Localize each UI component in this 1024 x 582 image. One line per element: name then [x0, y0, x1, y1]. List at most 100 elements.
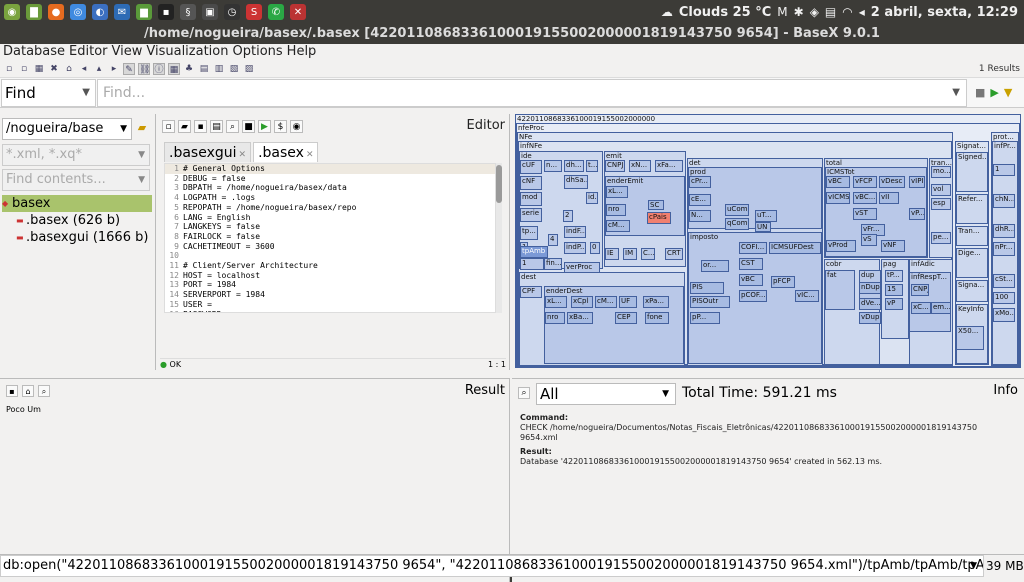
mail-indicator-icon[interactable]: M — [777, 5, 787, 19]
terminal-icon[interactable]: ▪ — [158, 4, 174, 20]
map-node-indFinal[interactable]: indF... — [564, 226, 586, 238]
folder-view-icon[interactable]: ▤ — [198, 63, 210, 75]
code-line[interactable]: 4 LOGPATH = .logs — [165, 193, 495, 203]
map-node-vICMSUFRemet[interactable]: vIC... — [795, 290, 819, 302]
back-icon[interactable]: ◂ — [78, 63, 90, 75]
map-node-CPF[interactable]: CPF — [520, 286, 542, 298]
mail-icon[interactable]: ✉ — [114, 4, 130, 20]
map-node-xLgr[interactable]: xL... — [606, 186, 628, 198]
map-node-tpImp[interactable]: tp... — [520, 226, 538, 240]
map-node-uCom[interactable]: uCom — [725, 204, 749, 216]
search-icon[interactable]: ⌕ — [518, 387, 530, 399]
tree-item-basex[interactable]: ◆ basex — [2, 195, 152, 212]
properties-icon[interactable]: ▦ — [33, 63, 45, 75]
map-node-pFCP[interactable]: pFCP — [771, 276, 795, 288]
map-node-cNF[interactable]: cNF — [520, 176, 542, 190]
map-node-un[interactable]: UN — [755, 222, 771, 232]
open-file-icon[interactable]: ▰ — [178, 120, 191, 133]
map-node-tpAmb[interactable]: tpAmb — [520, 246, 548, 258]
map-node-xLgr[interactable]: xL... — [545, 296, 567, 308]
shield-icon[interactable]: ◈ — [810, 5, 819, 19]
find-mode-select[interactable]: Find ▼ — [1, 78, 96, 107]
map-node-xMotivo[interactable]: xMo... — [993, 308, 1015, 322]
code-line[interactable]: 8 FAIRLOCK = false — [165, 232, 495, 242]
map-node-cStatVal[interactable]: 100 — [993, 292, 1015, 304]
datetime[interactable]: 2 abril, sexta, 12:29 — [871, 5, 1018, 20]
editor-scrollbar[interactable] — [496, 163, 502, 313]
code-line[interactable]: 12 HOST = localhost — [165, 271, 495, 281]
map-node-serie[interactable]: serie — [520, 208, 542, 222]
map-node-tpAmbVal[interactable]: 1 — [520, 258, 544, 270]
map-node-n0[interactable]: 0 — [590, 242, 600, 254]
basex-icon[interactable]: ✕ — [290, 4, 306, 20]
map-node-tpNF[interactable]: t... — [586, 160, 598, 172]
folder-icon[interactable]: ▇ — [26, 4, 42, 20]
code-line[interactable]: 1 # General Options — [165, 164, 495, 174]
map-node-X509[interactable]: X50... — [956, 326, 984, 350]
debug-icon[interactable]: ◉ — [290, 120, 303, 133]
map-node-vNF[interactable]: vNF — [881, 240, 905, 252]
map-node-tPag[interactable]: tP... — [885, 270, 903, 282]
printer-icon[interactable]: ▤ — [825, 5, 836, 19]
code-line[interactable]: 6 LANG = English — [165, 213, 495, 223]
code-line[interactable]: 9 CACHETIMEOUT = 3600 — [165, 242, 495, 252]
filter-icon[interactable]: ▼ — [1004, 86, 1012, 99]
stop-icon[interactable]: ■ — [242, 120, 255, 133]
forward-icon[interactable]: ▸ — [108, 63, 120, 75]
tab-basexgui[interactable]: .basexgui ✕ — [164, 142, 252, 162]
map-node-esp[interactable]: esp — [931, 198, 951, 210]
code-line[interactable]: 15 USER = — [165, 300, 495, 310]
map-node-COFINS[interactable]: COFI... — [739, 242, 767, 254]
map-node-vST[interactable]: vST — [853, 208, 877, 220]
map-node-pPIS[interactable]: pP... — [690, 312, 720, 324]
map-node-cEAN[interactable]: cE... — [689, 194, 711, 206]
run-icon[interactable]: ▶ — [258, 120, 271, 133]
up-icon[interactable]: ▴ — [93, 63, 105, 75]
map-node-dhRecbto[interactable]: dhR... — [993, 224, 1015, 238]
search-icon[interactable]: ⌕ — [38, 385, 50, 397]
tab-basex[interactable]: .basex ✕ — [253, 142, 319, 162]
code-line[interactable]: 10 — [165, 251, 495, 261]
map-node-mod[interactable]: mod — [520, 192, 542, 206]
close-icon[interactable]: ✕ — [306, 150, 314, 160]
table-view-icon[interactable]: ▥ — [213, 63, 225, 75]
code-line[interactable]: 5 REPOPATH = /home/nogueira/basex/repo — [165, 203, 495, 213]
tree-item-basex-file[interactable]: ▬ .basex (626 b) — [2, 212, 152, 229]
map-node-chNFe[interactable]: chN... — [993, 194, 1015, 208]
map-node-xCpl[interactable]: xCpl — [571, 296, 593, 308]
map-node-pesoL[interactable]: pe... — [931, 232, 951, 244]
map-node-natOp[interactable]: n... — [544, 160, 562, 172]
project-path-select[interactable]: /nogueira/base ▼ — [2, 118, 132, 140]
map-node-CNPJ[interactable]: CNPJ — [605, 160, 625, 172]
map-node-nro[interactable]: nro — [545, 312, 565, 324]
file-filter-input[interactable]: *.xml, *.xq* ▼ — [2, 144, 150, 166]
map-node-mo[interactable]: mo... — [931, 166, 951, 178]
map-node-reference[interactable]: Refer... — [956, 194, 988, 224]
map-node-email[interactable]: em... — [931, 302, 951, 314]
map-node-digest[interactable]: Dige... — [956, 248, 988, 278]
tree-view-icon[interactable]: ♣ — [183, 63, 195, 75]
map-node-SignedInfo[interactable]: Signed... — [956, 152, 988, 192]
bluetooth-icon[interactable]: ✱ — [794, 5, 804, 19]
map-node-indPres[interactable]: indP... — [564, 242, 586, 254]
map-node-CEP[interactable]: CEP — [615, 312, 637, 324]
map-node-n15[interactable]: 15 — [885, 284, 903, 296]
map-node-vDup[interactable]: vDup — [859, 312, 881, 324]
files-icon[interactable]: ▆ — [136, 4, 152, 20]
map-node-dVenc[interactable]: dVe... — [859, 298, 881, 310]
map-node-pCOFINS[interactable]: pCOF... — [739, 290, 767, 302]
menu-options[interactable]: Options — [232, 44, 284, 60]
code-line[interactable]: 2 DEBUG = false — [165, 174, 495, 184]
map-node-nDup[interactable]: nDup — [859, 282, 881, 294]
map-node-cPais[interactable]: cPais — [647, 212, 671, 224]
map-node-CST[interactable]: CST — [739, 258, 763, 270]
command-input[interactable]: db:open("4220110868336100019155002000001… — [0, 554, 984, 577]
treemap[interactable]: 4220110868336100019155002000000 nfeProc NF… — [515, 114, 1021, 368]
map-node-vIPI[interactable]: vIPI — [909, 176, 925, 188]
map-node-xBairro[interactable]: xBa... — [567, 312, 593, 324]
code-line[interactable]: 7 LANGKEYS = false — [165, 222, 495, 232]
result-text[interactable]: Poco Um — [6, 405, 41, 414]
map-node-xNome[interactable]: xN... — [629, 160, 651, 172]
scroll-thumb[interactable] — [496, 165, 502, 203]
find-input[interactable]: Find... ▼ — [97, 78, 967, 107]
